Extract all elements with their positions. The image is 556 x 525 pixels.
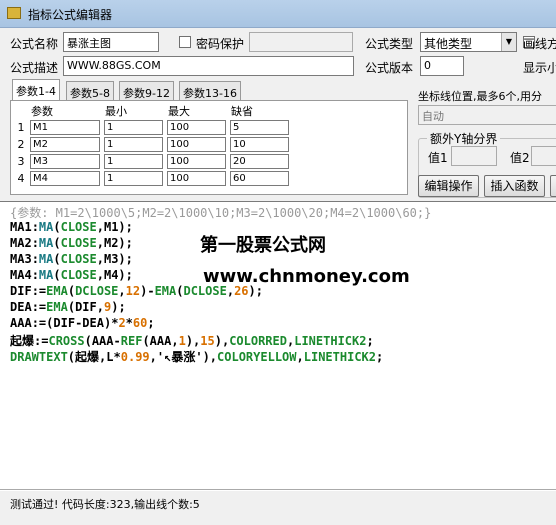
- param-min-cell[interactable]: 1: [104, 137, 163, 152]
- param-name-cell[interactable]: M3: [30, 154, 100, 169]
- param-min-cell[interactable]: 1: [104, 120, 163, 135]
- window-title: 指标公式编辑器: [28, 8, 113, 22]
- col-header-max: 最大: [168, 105, 190, 118]
- params-table: 参数 最小 最大 缺省 1 M1 1 100 5 2 M2 1 100 10 3: [14, 103, 291, 187]
- code-line: MA3:MA(CLOSE,M3);: [10, 252, 133, 266]
- formula-version-input[interactable]: 0: [420, 56, 464, 76]
- table-row: 3 M3 1 100 20: [14, 153, 291, 170]
- chevron-down-icon: ▼: [501, 33, 516, 51]
- formula-desc-input[interactable]: WWW.88GS.COM: [63, 56, 354, 76]
- code-line: 起爆:=CROSS(AAA-REF(AAA,1),15),COLORRED,LI…: [10, 334, 374, 348]
- formula-name-label: 公式名称: [10, 37, 59, 51]
- code-line: DRAWTEXT(起爆,L*0.99,'↖暴涨'),COLORYELLOW,LI…: [10, 350, 384, 364]
- param-default-cell[interactable]: 10: [230, 137, 289, 152]
- formula-settings-panel: 公式名称 暴涨主图 密码保护 公式类型 其他类型 ▼ 画线方 公式描述 WWW.…: [0, 28, 556, 201]
- formula-desc-label: 公式描述: [10, 61, 59, 75]
- code-comment: {参数: M1=2\1000\5;M2=2\1000\10;M3=2\1000\…: [10, 206, 432, 220]
- param-max-cell[interactable]: 100: [167, 171, 226, 186]
- insert-function-button[interactable]: 插入函数: [484, 175, 545, 197]
- col-header-default: 缺省: [231, 105, 253, 118]
- row-index: 3: [17, 155, 25, 168]
- extra-y-axis-title: 额外Y轴分界: [427, 130, 501, 147]
- value1-input[interactable]: [451, 146, 497, 166]
- table-row: 1 M1 1 100 5: [14, 119, 291, 136]
- tab-params-5-8[interactable]: 参数5-8: [66, 81, 114, 101]
- tab-params-1-4[interactable]: 参数1-4: [12, 79, 60, 101]
- code-line: MA4:MA(CLOSE,M4);: [10, 268, 133, 282]
- value1-label: 值1: [428, 151, 448, 165]
- more-button[interactable]: [550, 175, 556, 197]
- formula-type-select[interactable]: 其他类型 ▼: [420, 32, 517, 52]
- tab-params-9-12[interactable]: 参数9-12: [119, 81, 174, 101]
- formula-version-label: 公式版本: [365, 61, 414, 75]
- table-row: 2 M2 1 100 10: [14, 136, 291, 153]
- formula-type-value: 其他类型: [424, 37, 473, 51]
- code-line: DEA:=EMA(DIF,9);: [10, 300, 126, 314]
- formula-type-label: 公式类型: [365, 37, 414, 51]
- value2-label: 值2: [510, 151, 530, 165]
- row-index: 2: [17, 138, 25, 151]
- status-text: 测试通过! 代码长度:323,输出线个数:5: [10, 498, 200, 511]
- code-editor[interactable]: {参数: M1=2\1000\5;M2=2\1000\10;M3=2\1000\…: [0, 201, 556, 490]
- formula-name-input[interactable]: 暴涨主图: [63, 32, 159, 52]
- table-row: 4 M4 1 100 60: [14, 170, 291, 187]
- value2-input[interactable]: [531, 146, 556, 166]
- params-table-panel: 参数 最小 最大 缺省 1 M1 1 100 5 2 M2 1 100 10 3: [10, 100, 408, 195]
- row-index: 4: [17, 172, 25, 185]
- col-header-param: 参数: [31, 105, 53, 118]
- edit-ops-button[interactable]: 编辑操作: [418, 175, 479, 197]
- param-name-cell[interactable]: M2: [30, 137, 100, 152]
- axis-lines-label: 坐标线位置,最多6个,用分: [418, 90, 542, 103]
- col-header-min: 最小: [105, 105, 127, 118]
- param-max-cell[interactable]: 100: [167, 154, 226, 169]
- param-default-cell[interactable]: 5: [230, 120, 289, 135]
- code-line: AAA:=(DIF-DEA)*2*60;: [10, 316, 155, 330]
- display-label: 显示小: [523, 61, 556, 75]
- title-bar: 指标公式编辑器: [0, 0, 556, 28]
- tab-params-13-16[interactable]: 参数13-16: [179, 81, 241, 101]
- password-input[interactable]: [249, 32, 353, 52]
- app-icon: [7, 7, 21, 19]
- param-default-cell[interactable]: 20: [230, 154, 289, 169]
- param-default-cell[interactable]: 60: [230, 171, 289, 186]
- password-label: 密码保护: [196, 37, 245, 51]
- param-name-cell[interactable]: M4: [30, 171, 100, 186]
- code-line: MA2:MA(CLOSE,M2);: [10, 236, 133, 250]
- param-max-cell[interactable]: 100: [167, 120, 226, 135]
- code-line: MA1:MA(CLOSE,M1);: [10, 220, 133, 234]
- axis-lines-input[interactable]: 自动: [418, 105, 556, 125]
- row-index: 1: [17, 121, 25, 134]
- password-checkbox[interactable]: [179, 36, 191, 48]
- watermark-title: 第一股票公式网: [200, 235, 326, 256]
- param-name-cell[interactable]: M1: [30, 120, 100, 135]
- param-max-cell[interactable]: 100: [167, 137, 226, 152]
- status-bar: 测试通过! 代码长度:323,输出线个数:5: [0, 491, 556, 525]
- param-min-cell[interactable]: 1: [104, 154, 163, 169]
- param-min-cell[interactable]: 1: [104, 171, 163, 186]
- watermark-url: www.chnmoney.com: [203, 266, 410, 287]
- draw-label: 画线方: [523, 37, 556, 51]
